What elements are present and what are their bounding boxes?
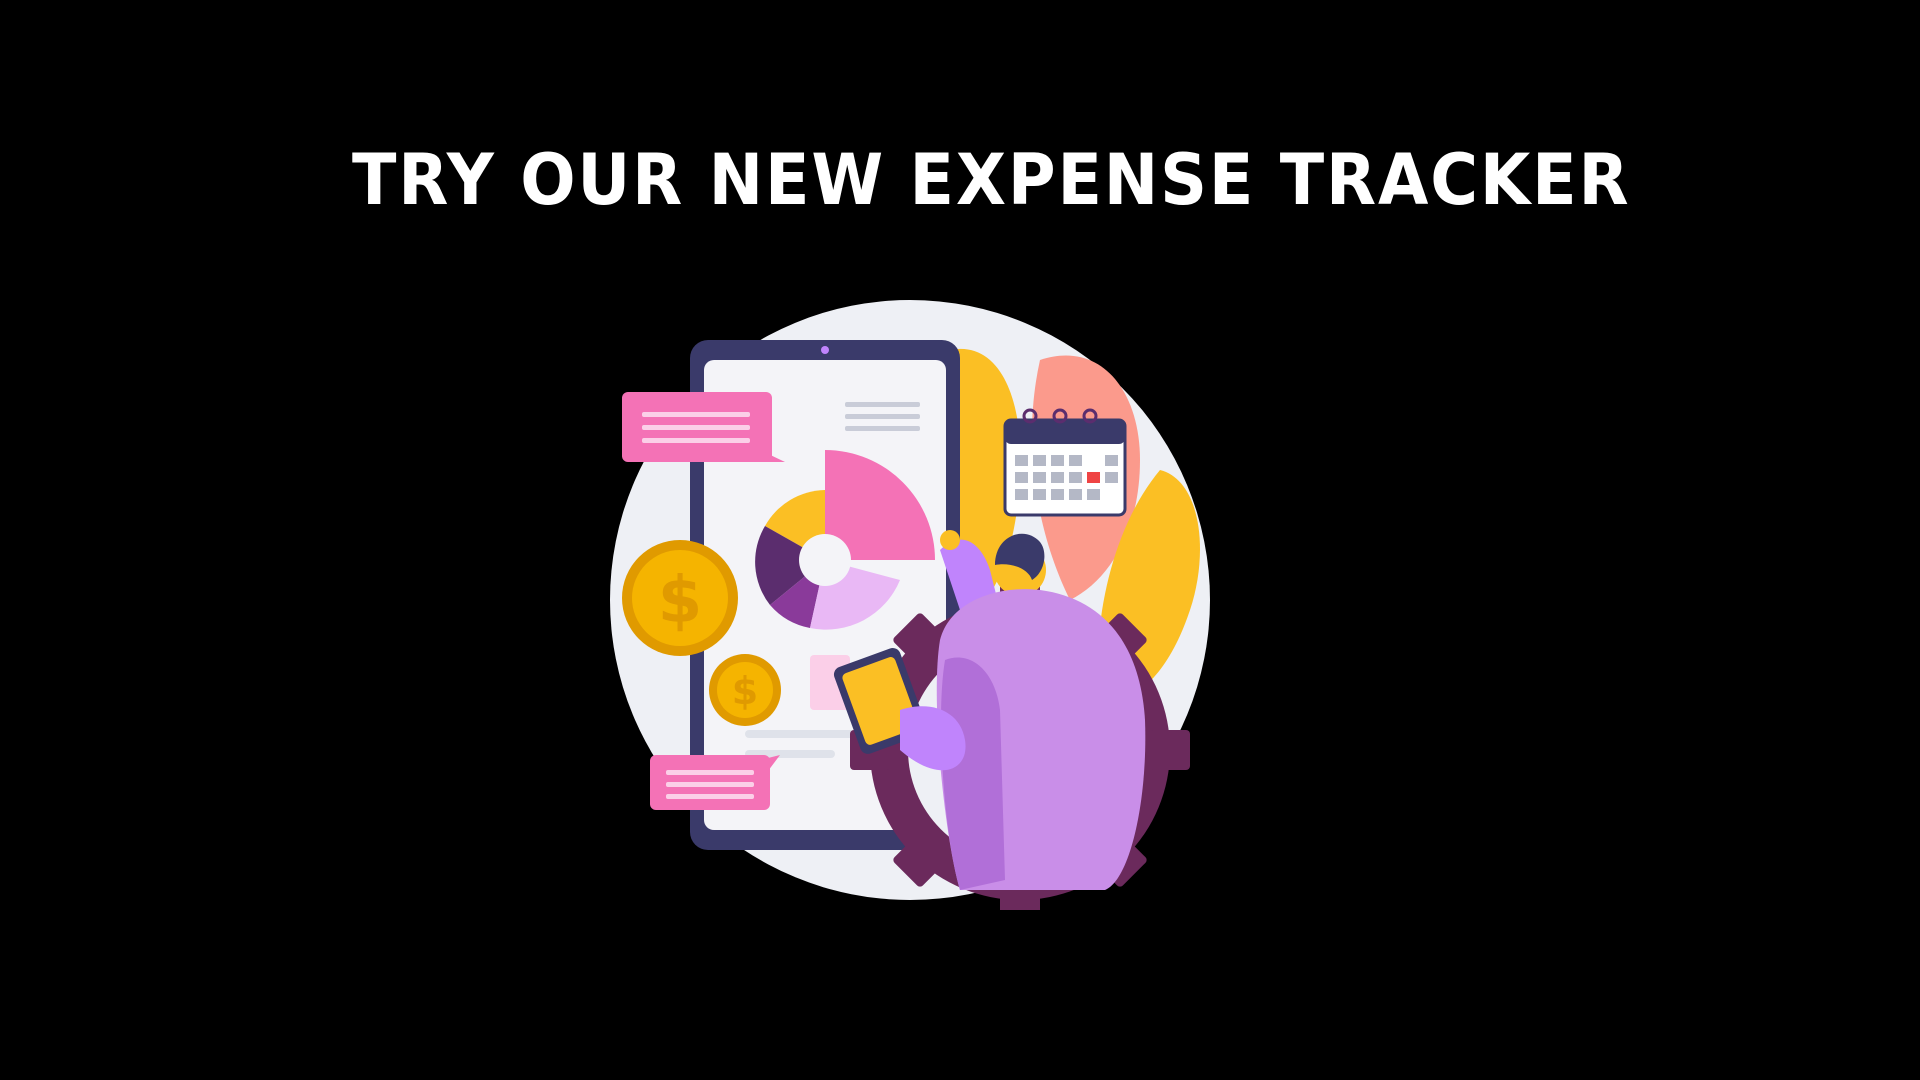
headline: TRY OUR NEW EXPENSE TRACKER	[352, 139, 1631, 221]
promo-banner: TRY OUR NEW EXPENSE TRACKER $ $	[0, 0, 1920, 1080]
decor-dash	[830, 865, 838, 869]
expense-tracker-illustration: $ $	[610, 300, 1210, 910]
screen-line	[845, 402, 920, 407]
screen-line	[845, 426, 920, 431]
decor-dash	[766, 858, 774, 862]
message-bubble-icon	[650, 755, 780, 810]
calendar-icon	[1003, 408, 1127, 517]
phone-camera	[821, 346, 829, 354]
dollar-coin-icon: $	[622, 540, 738, 656]
dollar-coin-icon: $	[709, 654, 781, 726]
svg-text:$: $	[732, 669, 758, 713]
svg-text:$: $	[658, 564, 703, 638]
message-bubble-icon	[622, 392, 785, 462]
screen-line	[845, 414, 920, 419]
pie-center	[799, 534, 851, 586]
screen-bar	[745, 730, 865, 738]
